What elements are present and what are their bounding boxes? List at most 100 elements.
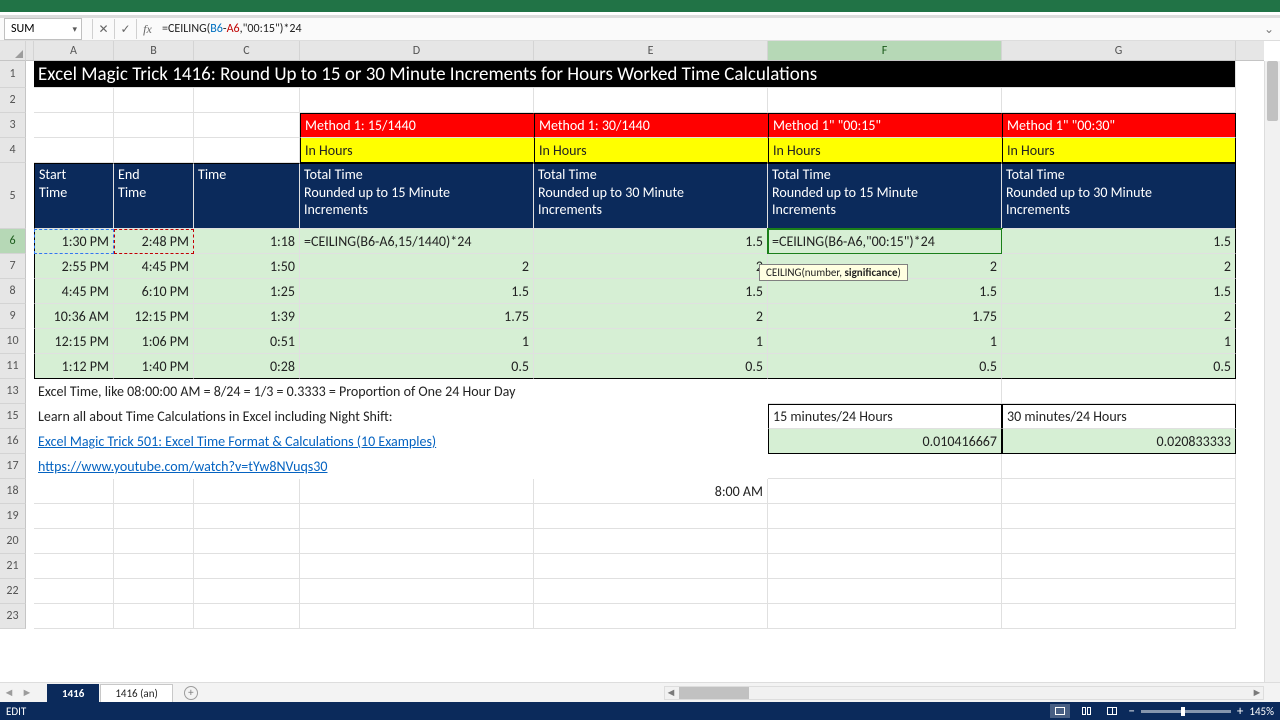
cell[interactable]: 4:45 PM: [34, 279, 114, 304]
row-header[interactable]: 18: [0, 479, 26, 504]
cell[interactable]: Method 1" "00:30": [1002, 113, 1236, 138]
cell[interactable]: 15 minutes/24 Hours: [768, 404, 1002, 429]
cell[interactable]: In Hours: [300, 138, 534, 163]
cell[interactable]: 1.5: [534, 279, 768, 304]
row-header[interactable]: 20: [0, 529, 26, 554]
tab-nav-prev-icon[interactable]: ◄: [0, 686, 18, 699]
cell[interactable]: [114, 579, 194, 604]
normal-view-button[interactable]: [1050, 704, 1070, 718]
row-header[interactable]: 22: [0, 579, 26, 604]
cell[interactable]: StartTime: [34, 163, 114, 229]
cell[interactable]: [194, 554, 300, 579]
row-header[interactable]: 8: [0, 279, 26, 304]
cell[interactable]: [1002, 379, 1236, 404]
zoom-in-button[interactable]: +: [1237, 704, 1243, 719]
cell[interactable]: 1:30 PM: [34, 229, 114, 254]
cell[interactable]: 1:40 PM: [114, 354, 194, 379]
cell[interactable]: [1002, 454, 1236, 479]
cell[interactable]: 12:15 PM: [114, 304, 194, 329]
cell[interactable]: 1.75: [300, 304, 534, 329]
cell[interactable]: [768, 379, 1002, 404]
cell[interactable]: Time: [194, 163, 300, 229]
cell[interactable]: 1.5: [768, 279, 1002, 304]
cell[interactable]: Learn all about Time Calculations in Exc…: [34, 404, 768, 429]
cell[interactable]: 0.020833333: [1002, 429, 1236, 454]
cell[interactable]: 0:28: [194, 354, 300, 379]
cell[interactable]: [300, 604, 534, 629]
vertical-scrollbar[interactable]: [1264, 61, 1280, 702]
grid[interactable]: Excel Magic Trick 1416: Round Up to 15 o…: [26, 61, 1264, 702]
sheet-tab[interactable]: 1416 (an): [100, 684, 173, 702]
zoom-level[interactable]: 145%: [1249, 705, 1274, 718]
row-header[interactable]: 21: [0, 554, 26, 579]
row-header[interactable]: 23: [0, 604, 26, 629]
cell[interactable]: 1.5: [300, 279, 534, 304]
row-header[interactable]: 9: [0, 304, 26, 329]
select-all-button[interactable]: [0, 41, 26, 61]
cell[interactable]: [34, 479, 114, 504]
cell[interactable]: Method 1: 15/1440: [300, 113, 534, 138]
cell[interactable]: 2: [1002, 304, 1236, 329]
row-header[interactable]: 2: [0, 88, 26, 113]
cell[interactable]: 2: [534, 254, 768, 279]
cell[interactable]: 10:36 AM: [34, 304, 114, 329]
column-header[interactable]: E: [534, 41, 768, 60]
cell[interactable]: 1:18: [194, 229, 300, 254]
cell[interactable]: [1002, 579, 1236, 604]
cell[interactable]: [114, 479, 194, 504]
cell[interactable]: [300, 479, 534, 504]
cell[interactable]: 0:51: [194, 329, 300, 354]
cell[interactable]: [34, 88, 114, 113]
cell[interactable]: 12:15 PM: [34, 329, 114, 354]
cell[interactable]: 1.5: [1002, 229, 1236, 254]
cell[interactable]: [768, 504, 1002, 529]
cell[interactable]: 2: [1002, 254, 1236, 279]
cell[interactable]: [300, 529, 534, 554]
row-header[interactable]: 10: [0, 329, 26, 354]
cell[interactable]: 1: [1002, 329, 1236, 354]
cell[interactable]: In Hours: [768, 138, 1002, 163]
horizontal-scrollbar[interactable]: ◄►: [664, 686, 1264, 700]
row-header[interactable]: 13: [0, 379, 26, 404]
cell[interactable]: [194, 604, 300, 629]
cell[interactable]: [194, 504, 300, 529]
row-header[interactable]: 19: [0, 504, 26, 529]
name-box[interactable]: ▾: [4, 18, 82, 40]
cell[interactable]: [768, 579, 1002, 604]
cell[interactable]: [300, 579, 534, 604]
row-header[interactable]: 7: [0, 254, 26, 279]
cell[interactable]: [194, 88, 300, 113]
tab-nav-next-icon[interactable]: ►: [18, 686, 36, 699]
cell[interactable]: 0.5: [768, 354, 1002, 379]
cell[interactable]: [300, 88, 534, 113]
row-header[interactable]: 16: [0, 429, 26, 454]
row-header[interactable]: 5: [0, 163, 26, 229]
name-box-input[interactable]: [11, 22, 63, 36]
formula-bar-expand-icon[interactable]: ⌄: [1258, 22, 1280, 37]
cell[interactable]: Total TimeRounded up to 15 MinuteIncreme…: [300, 163, 534, 229]
cell[interactable]: [768, 529, 1002, 554]
cell[interactable]: 1.5: [534, 229, 768, 254]
cell[interactable]: [114, 113, 194, 138]
row-header[interactable]: 17: [0, 454, 26, 479]
cell[interactable]: [194, 579, 300, 604]
cell[interactable]: [300, 504, 534, 529]
column-header[interactable]: D: [300, 41, 534, 60]
cell[interactable]: [114, 529, 194, 554]
cell[interactable]: [768, 479, 1002, 504]
cell[interactable]: [1002, 554, 1236, 579]
cell[interactable]: Method 1" "00:15": [768, 113, 1002, 138]
cell[interactable]: In Hours: [534, 138, 768, 163]
cell[interactable]: [534, 504, 768, 529]
cancel-edit-button[interactable]: ✕: [92, 19, 114, 39]
cell[interactable]: 30 minutes/24 Hours: [1002, 404, 1236, 429]
cell[interactable]: Excel Time, like 08:00:00 AM = 8/24 = 1/…: [34, 379, 768, 404]
cell[interactable]: [114, 88, 194, 113]
cell[interactable]: 2: [534, 304, 768, 329]
cell[interactable]: [1002, 604, 1236, 629]
row-header[interactable]: 1: [0, 61, 26, 88]
cell[interactable]: 1: [768, 329, 1002, 354]
row-headers[interactable]: 123456789101113151617181920212223: [0, 61, 26, 629]
cell[interactable]: =CEILING(B6-A6,"00:15")*24: [768, 229, 1002, 254]
formula-input[interactable]: =CEILING(B6-A6,"00:15")*24: [158, 22, 1258, 36]
